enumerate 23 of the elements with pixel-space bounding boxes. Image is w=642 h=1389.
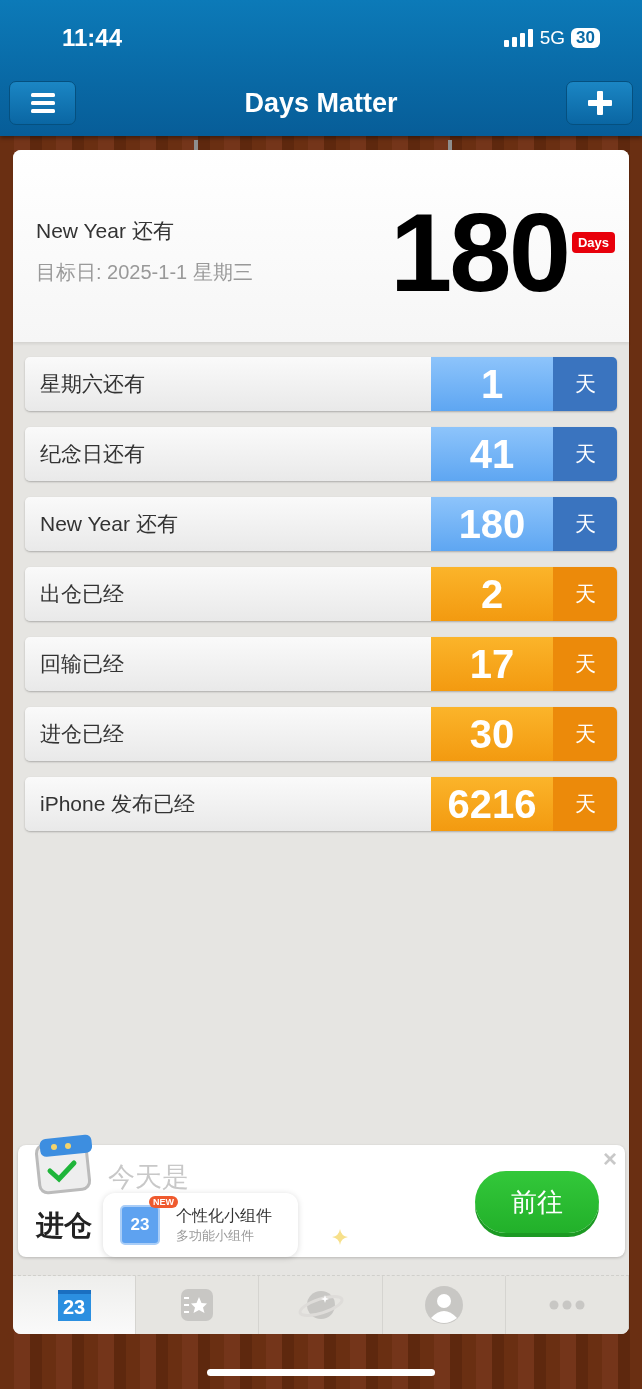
widget-calendar-icon: 23 — [120, 1205, 160, 1245]
new-badge: NEW — [149, 1196, 178, 1208]
more-icon — [548, 1300, 585, 1310]
app-title: Days Matter — [244, 87, 398, 119]
days-badge: Days — [571, 232, 615, 253]
event-title: New Year 还有 — [36, 217, 175, 244]
calendar-icon: 23 — [57, 1289, 91, 1321]
menu-icon — [30, 93, 55, 113]
add-button[interactable] — [566, 81, 633, 125]
tooltip-title: 个性化小组件 — [176, 1205, 272, 1226]
widget-tooltip[interactable]: 23 NEW 个性化小组件 多功能小组件 — [103, 1193, 298, 1257]
tooltip-subtitle: 多功能小组件 — [176, 1226, 255, 1245]
banner-text: 进仓 — [36, 1209, 92, 1243]
sparkle-icon — [332, 1229, 348, 1245]
plus-icon — [587, 91, 612, 115]
target-date: 目标日: 2025-1-1 星期三 — [36, 259, 254, 285]
profile-icon — [424, 1286, 463, 1324]
network-label: 5G — [539, 27, 566, 49]
days-count: 180 — [390, 197, 568, 309]
battery-indicator: 30 — [571, 28, 600, 48]
signal-icon — [503, 29, 534, 47]
status-time: 11:44 — [62, 24, 123, 52]
menu-button[interactable] — [9, 81, 76, 125]
